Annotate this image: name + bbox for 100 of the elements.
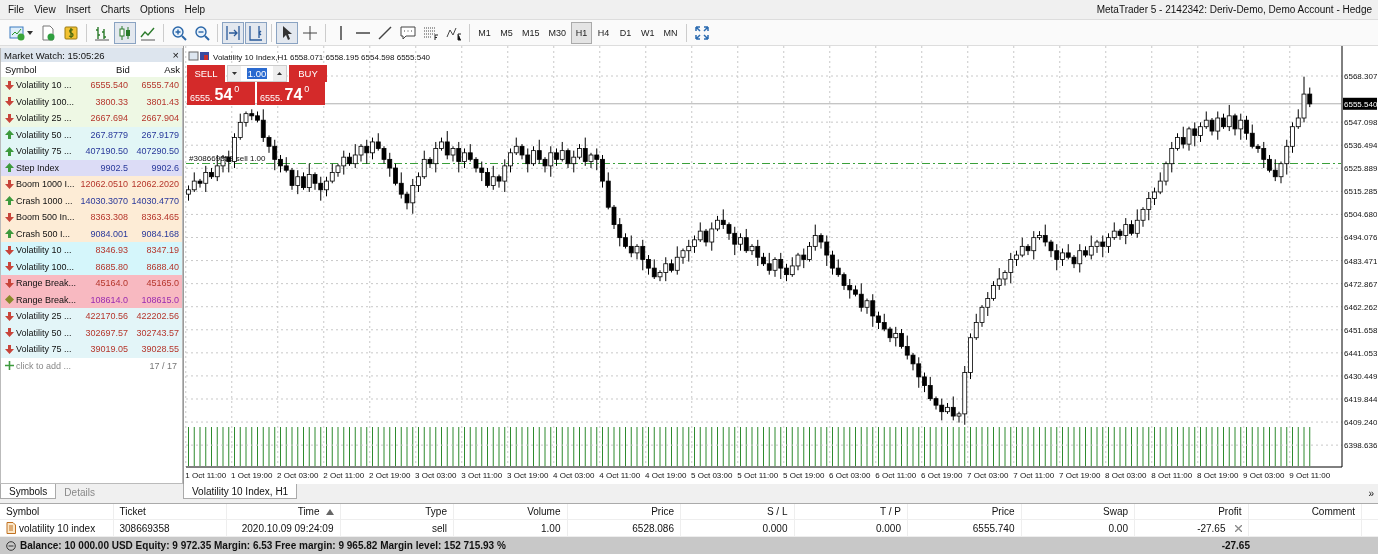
menu-item[interactable]: Insert (60, 4, 96, 15)
buy-button[interactable]: BUY (289, 65, 327, 82)
lot-spinner[interactable]: 1.00 (227, 65, 287, 82)
column-header[interactable]: Comment (1248, 504, 1362, 519)
column-header[interactable]: Swap (1021, 504, 1135, 519)
ask-price: 3801.43 (145, 96, 180, 107)
column-header[interactable]: Profit (1135, 504, 1249, 519)
table-cell: 6555.740 (908, 520, 1022, 536)
menu-item[interactable]: Help (179, 4, 211, 15)
money-icon (63, 24, 79, 41)
time-tick-label: 2 Oct 03:00 (277, 471, 319, 480)
column-header[interactable]: Symbol (0, 504, 114, 519)
column-header[interactable]: Ask (131, 64, 182, 75)
timeframe-button[interactable]: H1 (571, 21, 593, 44)
menu-item[interactable]: Charts (95, 4, 136, 15)
symbol-name: Step Index (16, 162, 61, 173)
panel-tab[interactable]: Symbols (0, 484, 57, 499)
column-header[interactable]: T / P (794, 504, 908, 519)
price-tick-label: 6568.307 (1344, 72, 1377, 81)
chart-tab[interactable]: Volatility 10 Index, H1 (183, 484, 298, 499)
symbol-name: Range Break... (16, 294, 78, 305)
table-cell: volatility 10 index (19, 522, 96, 534)
close-button[interactable]: × (172, 49, 179, 61)
sort-up-icon (325, 508, 334, 515)
window-title: MetaTrader 5 - 2142342: Deriv-Demo, Demo Account - Hedge (1096, 4, 1373, 15)
bid-price: 407190.50 (84, 146, 129, 157)
time-tick-label: 5 Oct 11:00 (737, 471, 779, 480)
symbol-row[interactable]: Volatility 75 ... 407190.50 407290.50 (1, 143, 182, 160)
toolbar-button[interactable] (114, 21, 136, 44)
timeframe-button[interactable]: H4 (593, 21, 615, 44)
time-tick-label: 9 Oct 03:00 (1243, 471, 1285, 480)
collapse-icon[interactable] (6, 540, 16, 551)
column-header[interactable]: S / L (681, 504, 795, 519)
symbol-row[interactable]: Volatility 10 ... 8346.93 8347.19 (1, 242, 182, 259)
timeframe-button[interactable]: M1 (474, 21, 495, 44)
time-tick-label: 6 Oct 03:00 (829, 471, 871, 480)
up-caret-icon[interactable] (273, 66, 286, 81)
column-header[interactable]: Ticket (113, 504, 227, 519)
symbol-row[interactable]: Volatility 25 ... 2667.694 2667.904 (1, 110, 182, 127)
timeframe-button[interactable]: D1 (615, 21, 637, 44)
toolbar-button[interactable] (276, 21, 298, 44)
time-tick-label: 4 Oct 11:00 (599, 471, 641, 480)
column-header[interactable]: Bid (81, 64, 132, 75)
symbol-row[interactable]: Volatility 25 ... 422170.56 422202.56 (1, 308, 182, 325)
ask-price: 407290.50 (135, 146, 180, 157)
time-tick-label: 7 Oct 03:00 (967, 471, 1009, 480)
price-tick-label: 6525.889 (1344, 164, 1377, 174)
time-tick-label: 2 Oct 19:00 (369, 471, 411, 480)
symbol-row[interactable]: Boom 500 In... 8363.308 8363.465 (1, 209, 182, 226)
column-header[interactable]: Price (567, 504, 681, 519)
symbol-row[interactable]: Range Break... 45164.0 45165.0 (1, 275, 182, 292)
chart-shift-icon (248, 24, 264, 41)
time-tick-label: 5 Oct 03:00 (691, 471, 733, 480)
add-symbol-field[interactable]: click to add ... (16, 360, 79, 371)
column-header[interactable]: Time (227, 504, 341, 519)
menu-item[interactable]: File (3, 4, 30, 15)
down-caret-icon[interactable] (228, 66, 241, 81)
column-header[interactable]: Volume (454, 504, 568, 519)
time-tick-label: 8 Oct 11:00 (1151, 471, 1193, 480)
ask-price: 2667.904 (140, 113, 180, 124)
timeframe-button[interactable]: M5 (496, 21, 517, 44)
price-tick-label: 6441.053 (1344, 348, 1377, 358)
bid-price: 6555.540 (89, 80, 129, 91)
symbol-row[interactable]: Boom 1000 I... 12062.0510 12062.2020 (1, 176, 182, 193)
bar-chart-icon (94, 24, 110, 41)
time-tick-label: 6 Oct 19:00 (921, 471, 963, 480)
more-button[interactable]: » (1368, 488, 1378, 499)
menu-item[interactable]: View (29, 4, 61, 15)
ask-price: 108615.0 (140, 294, 180, 305)
close-icon[interactable] (1234, 524, 1242, 532)
menu-item[interactable]: Options (135, 4, 180, 15)
column-header[interactable]: Symbol (1, 64, 82, 75)
bid-price: 8363.308 (89, 212, 129, 223)
table-cell: 308669358 (113, 520, 227, 536)
time-tick-label: 3 Oct 11:00 (461, 471, 503, 480)
timeframe-button[interactable]: M30 (544, 21, 571, 44)
chart-window-icon (9, 24, 25, 41)
zoom-in-icon (171, 24, 187, 41)
chart-window-icon (188, 51, 209, 61)
symbol-name: Range Break... (16, 278, 78, 289)
timeframe-button[interactable]: M15 (518, 21, 544, 44)
symbol-name: Volatility 75 ... (16, 146, 73, 157)
bid-price: 267.8779 (89, 129, 129, 140)
scroll-end-icon (225, 24, 241, 41)
timeframe-button[interactable]: W1 (637, 21, 659, 44)
column-header[interactable]: Type (340, 504, 454, 519)
price-tick-label: 6462.262 (1344, 302, 1377, 312)
speech-bubble-icon (400, 24, 416, 41)
symbol-row[interactable]: Volatility 75 ... 39019.05 39028.55 (1, 341, 182, 358)
sell-button[interactable]: SELL (187, 65, 225, 82)
price-tick-label: 6472.867 (1344, 279, 1377, 289)
column-header[interactable]: Price (908, 504, 1022, 519)
ask-price: 45165.0 (145, 278, 180, 289)
ask-price: 302743.57 (135, 327, 180, 338)
symbol-row[interactable]: Volatility 10 ... 6555.540 6555.740 (1, 77, 182, 94)
bid-price: 108614.0 (89, 294, 129, 305)
symbol-name: Boom 1000 I... (16, 179, 76, 190)
timeframe-button[interactable]: MN (659, 21, 682, 44)
time-tick-label: 2 Oct 11:00 (323, 471, 365, 480)
time-tick-label: 7 Oct 19:00 (1059, 471, 1101, 480)
